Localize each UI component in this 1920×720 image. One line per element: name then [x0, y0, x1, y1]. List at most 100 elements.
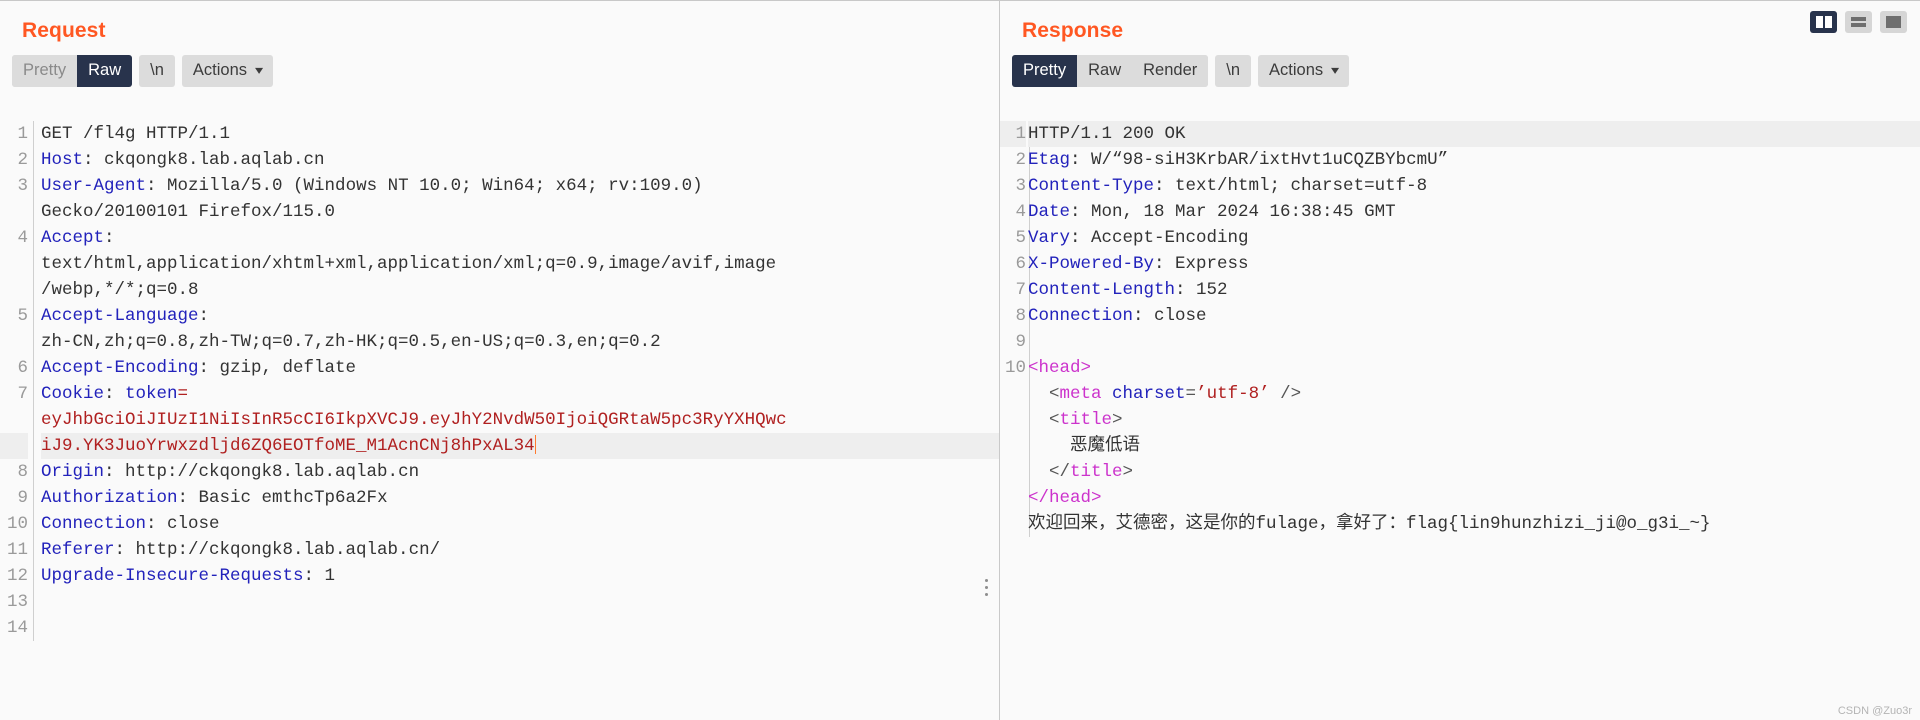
code-span: : Basic emthcTp6a2Fx	[177, 488, 388, 508]
code-line: Accept-Language:	[41, 303, 999, 329]
request-editor[interactable]: 1 2 3 4 5 6 7 8 9 10 11 12 13 14 GET /fl4g HTTP/1.1 Ho…	[0, 121, 999, 720]
code-span: Date	[1028, 202, 1071, 222]
response-editor[interactable]: 1 2 3 4 5 6 7 8 9 10 HTTP/1.1 200 OK Etag: W/“98-s…	[1000, 121, 1920, 720]
code-span: HTTP/1.1 200 OK	[1028, 124, 1186, 144]
code-span: : http://ckqongk8.lab.aqlab.cn/	[114, 540, 441, 560]
code-span: Accept-Language	[41, 306, 199, 326]
watermark: CSDN @Zuo3r	[1837, 705, 1912, 717]
line-number: 14	[6, 618, 28, 638]
request-newline-toggle[interactable]: \n	[139, 55, 175, 87]
code-span: : 152	[1175, 280, 1228, 300]
code-span: Referer	[41, 540, 115, 560]
code-span: Gecko/20100101 Firefox/115.0	[41, 202, 336, 222]
code-span: : close	[146, 514, 220, 534]
request-newline-group: \n	[139, 55, 175, 87]
code-span: <	[1028, 410, 1060, 430]
code-span: Content-Length	[1028, 280, 1176, 300]
code-span: 欢迎回来，艾德密，这是你的fulage，拿好了：flag{lin9hunzhiz…	[1028, 514, 1711, 534]
line-number: 3	[17, 176, 28, 196]
code-line: User-Agent: Mozilla/5.0 (Windows NT 10.0…	[41, 173, 999, 199]
response-newline-toggle[interactable]: \n	[1215, 55, 1252, 87]
pane-resize-handle[interactable]	[985, 579, 988, 596]
code-span: Content-Type	[1028, 176, 1155, 196]
line-number: 1	[17, 124, 28, 144]
response-actions-label: Actions	[1269, 61, 1324, 79]
chevron-down-icon: ▾	[1331, 63, 1340, 78]
response-toolbar: Pretty Raw Render \n Actions ▾	[1000, 43, 1920, 87]
line-number	[0, 329, 28, 355]
line-number: 11	[6, 540, 28, 560]
split-vertical-layout-button[interactable]	[1810, 11, 1837, 33]
line-number: 8	[17, 462, 28, 482]
line-number	[0, 277, 28, 303]
line-number: 9	[17, 488, 28, 508]
code-span: Host	[41, 150, 84, 170]
code-span: : ckqongk8.lab.aqlab.cn	[83, 150, 325, 170]
request-tab-pretty[interactable]: Pretty	[12, 55, 78, 87]
code-line: iJ9.YK3JuoYrwxzdljd6ZQ6EOTfoME_M1AcnCNj8…	[41, 433, 999, 459]
code-line: Connection: close	[41, 511, 999, 537]
code-line: HTTP/1.1 200 OK	[1028, 121, 1920, 147]
code-span: Cookie	[41, 384, 105, 404]
split-horizontal-icon	[1851, 17, 1866, 27]
response-pane: Response Pretty Raw Render \n Actions ▾ …	[999, 1, 1920, 720]
code-span: Vary	[1028, 228, 1071, 248]
code-line: 欢迎回来，艾德密，这是你的fulage，拿好了：flag{lin9hunzhiz…	[1028, 511, 1920, 537]
code-line: GET /fl4g HTTP/1.1	[41, 121, 999, 147]
code-line: Etag: W/“98-siH3KrbAR/ixtHvt1uCQZBYbcmU”	[1028, 147, 1920, 173]
response-tab-render[interactable]: Render	[1132, 55, 1209, 87]
code-span: Accept	[41, 228, 105, 248]
code-line: text/html,application/xhtml+xml,applicat…	[41, 251, 999, 277]
single-pane-layout-button[interactable]	[1880, 11, 1907, 33]
code-line: </head>	[1028, 485, 1920, 511]
code-line: Upgrade-Insecure-Requests: 1	[41, 563, 999, 589]
code-span: 恶魔低语	[1028, 436, 1141, 456]
code-line: Accept:	[41, 225, 999, 251]
response-view-mode-group: Pretty Raw Render	[1012, 55, 1209, 87]
text-caret	[534, 435, 537, 454]
response-tab-raw[interactable]: Raw	[1077, 55, 1133, 87]
code-span: eyJhbGciOiJIUzI1NiIsInR5cCI6IkpXVCJ9.eyJ…	[41, 410, 787, 430]
code-line: /webp,*/*;q=0.8	[41, 277, 999, 303]
code-span: >	[1112, 410, 1123, 430]
code-span: GET /fl4g HTTP/1.1	[41, 124, 231, 144]
code-line: Cookie: token=	[41, 381, 999, 407]
code-span: : W/“98-siH3KrbAR/ixtHvt1uCQZBYbcmU”	[1070, 150, 1449, 170]
code-line: Host: ckqongk8.lab.aqlab.cn	[41, 147, 999, 173]
code-span: :	[198, 306, 210, 326]
request-actions-button[interactable]: Actions ▾	[181, 55, 274, 87]
code-span: User-Agent	[41, 176, 147, 196]
request-view-mode-group: Pretty Raw	[12, 55, 133, 87]
code-line: Origin: http://ckqongk8.lab.aqlab.cn	[41, 459, 999, 485]
code-line: X-Powered-By: Express	[1028, 251, 1920, 277]
line-number	[0, 199, 28, 225]
code-span: /webp,*/*;q=0.8	[41, 280, 199, 300]
code-span: </	[1028, 462, 1071, 482]
response-body-text[interactable]: HTTP/1.1 200 OK Etag: W/“98-siH3KrbAR/ixt…	[1021, 121, 1920, 537]
code-span: :	[104, 384, 126, 404]
request-line-numbers: 1 2 3 4 5 6 7 8 9 10 11 12 13 14	[0, 121, 34, 641]
code-line: Referer: http://ckqongk8.lab.aqlab.cn/	[41, 537, 999, 563]
response-tab-pretty[interactable]: Pretty	[1012, 55, 1078, 87]
code-span: Connection	[41, 514, 147, 534]
code-span: </head>	[1028, 488, 1102, 508]
response-actions-button[interactable]: Actions ▾	[1258, 55, 1350, 87]
code-span: : Accept-Encoding	[1070, 228, 1249, 248]
line-number: 5	[17, 306, 28, 326]
code-line: <meta charset=’utf-8’ />	[1028, 381, 1920, 407]
code-line: Date: Mon, 18 Mar 2024 16:38:45 GMT	[1028, 199, 1920, 225]
code-span: Authorization	[41, 488, 178, 508]
request-tab-raw[interactable]: Raw	[77, 55, 133, 87]
request-body-text[interactable]: GET /fl4g HTTP/1.1 Host: ckqongk8.lab.aql…	[34, 121, 999, 641]
code-span: Accept-Encoding	[41, 358, 199, 378]
code-span: : Express	[1154, 254, 1249, 274]
code-span: zh-CN,zh;q=0.8,zh-TW;q=0.7,zh-HK;q=0.5,e…	[41, 332, 661, 352]
code-span: : 1	[303, 566, 336, 586]
code-span: : http://ckqongk8.lab.aqlab.cn	[104, 462, 420, 482]
code-span: Upgrade-Insecure-Requests	[41, 566, 304, 586]
request-pane: Request Pretty Raw \n Actions ▾ 12345678…	[0, 1, 999, 720]
code-line: Content-Type: text/html; charset=utf-8	[1028, 173, 1920, 199]
split-horizontal-layout-button[interactable]	[1845, 11, 1872, 33]
burp-message-editor: Request Pretty Raw \n Actions ▾ 12345678…	[0, 0, 1920, 720]
